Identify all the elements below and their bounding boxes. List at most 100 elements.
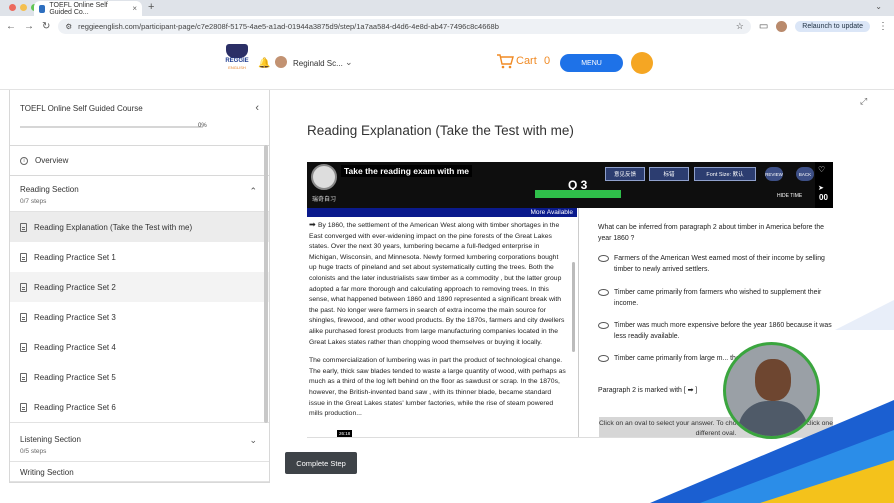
cart-icon[interactable] bbox=[496, 53, 514, 69]
video-timestamp: 26:18 bbox=[337, 430, 353, 437]
test-toolbar: 瑞奇自习 Take the reading exam with me Q 3 意… bbox=[307, 162, 833, 208]
user-menu-chevron-icon[interactable]: ⌄ bbox=[345, 57, 353, 68]
passage-paragraph-1: By 1860, the settlement of the American … bbox=[309, 222, 565, 346]
favicon-icon bbox=[39, 4, 46, 13]
user-name[interactable]: Reginald Sc... bbox=[293, 59, 343, 68]
close-tab-icon[interactable]: × bbox=[132, 4, 137, 13]
sidebar-item-label: Reading Explanation (Take the Test with … bbox=[34, 222, 193, 232]
passage-scrollbar[interactable] bbox=[572, 262, 575, 352]
document-icon bbox=[20, 312, 27, 322]
browser-toolbar: ← → ↻ ⚙ reggieenglish.com/participant-pa… bbox=[0, 16, 894, 36]
forward-icon[interactable]: → bbox=[24, 21, 34, 32]
menu-button[interactable]: MENU bbox=[560, 54, 623, 72]
answer-option[interactable]: Timber was much more expensive before th… bbox=[598, 321, 832, 342]
video-logo-subtext: 瑞奇自习 bbox=[312, 197, 337, 203]
heart-icon[interactable]: ♡ bbox=[818, 165, 825, 174]
timer-digits: 00 bbox=[819, 193, 828, 202]
reload-icon[interactable]: ↻ bbox=[42, 21, 50, 32]
presenter-body bbox=[738, 401, 808, 436]
question-progress-bar bbox=[535, 190, 621, 198]
sidebar-item-practice-set-2[interactable]: Reading Practice Set 2 bbox=[10, 272, 269, 302]
question-text: What can be inferred from paragraph 2 ab… bbox=[598, 224, 824, 242]
presenter-webcam bbox=[723, 342, 820, 439]
profile-avatar[interactable] bbox=[776, 20, 788, 32]
reggie-english-logo[interactable]: REGGIE ENGLISH bbox=[224, 44, 250, 80]
font-size-button[interactable]: Font Size: 默认 bbox=[694, 167, 756, 181]
document-icon bbox=[20, 342, 27, 352]
info-icon: i bbox=[20, 156, 28, 165]
writing-section-header[interactable]: Writing Section bbox=[10, 462, 269, 482]
chevron-up-icon[interactable]: ⌃ bbox=[249, 186, 257, 197]
new-tab-icon[interactable]: + bbox=[148, 1, 154, 13]
listening-section-steps: 0/5 steps bbox=[20, 448, 47, 455]
answer-option[interactable]: Timber came primarily from farmers who w… bbox=[598, 288, 832, 309]
video-caption: Take the reading exam with me bbox=[341, 165, 473, 177]
sidebar-item-practice-set-6[interactable]: Reading Practice Set 6 bbox=[10, 392, 269, 422]
reading-section-header[interactable]: Reading Section 0/7 steps ⌃ bbox=[10, 176, 269, 212]
cart-label[interactable]: Cart bbox=[516, 55, 537, 67]
smiley-logo-icon bbox=[311, 164, 337, 190]
more-menu-icon[interactable]: ⋮ bbox=[878, 21, 888, 32]
cart-count: 0 bbox=[544, 55, 551, 67]
sidebar-item-practice-set-3[interactable]: Reading Practice Set 3 bbox=[10, 302, 269, 332]
overview-item[interactable]: i Overview bbox=[10, 146, 269, 176]
close-window-icon[interactable] bbox=[9, 4, 16, 11]
share-icon[interactable]: ➤ bbox=[818, 184, 824, 192]
sidebar-toggle-icon[interactable]: ▭ bbox=[759, 21, 768, 32]
address-bar[interactable]: ⚙ reggieenglish.com/participant-page/c7e… bbox=[58, 18, 751, 34]
sidebar-item-reading-explanation[interactable]: Reading Explanation (Take the Test with … bbox=[10, 212, 269, 242]
tab-search-icon[interactable]: ⌄ bbox=[875, 2, 882, 11]
option-label: Farmers of the American West earned most… bbox=[614, 255, 825, 273]
sidebar-item-practice-set-4[interactable]: Reading Practice Set 4 bbox=[10, 332, 269, 362]
listening-section-title: Listening Section bbox=[20, 435, 81, 444]
listening-section-header[interactable]: Listening Section 0/5 steps ⌄ bbox=[10, 422, 269, 462]
sidebar-item-label: Reading Practice Set 6 bbox=[34, 402, 116, 412]
complete-step-button[interactable]: Complete Step bbox=[285, 452, 357, 474]
document-icon bbox=[20, 222, 27, 232]
feedback-button[interactable]: 意见反馈 bbox=[605, 167, 645, 181]
more-available-bar: More Available bbox=[307, 208, 577, 217]
expand-icon[interactable]: ⤢ bbox=[860, 96, 867, 107]
reading-section-title: Reading Section bbox=[20, 185, 79, 194]
radio-oval[interactable] bbox=[598, 322, 609, 329]
course-progress-bar bbox=[20, 126, 203, 128]
bell-icon[interactable]: 🔔 bbox=[258, 58, 270, 69]
document-icon bbox=[20, 252, 27, 262]
sidebar-item-practice-set-5[interactable]: Reading Practice Set 5 bbox=[10, 362, 269, 392]
profile-circle-button[interactable] bbox=[631, 52, 653, 74]
back-button[interactable]: BACK bbox=[796, 167, 814, 181]
back-icon[interactable]: ← bbox=[6, 21, 16, 32]
review-button[interactable]: REVIEW bbox=[765, 167, 783, 181]
radio-oval[interactable] bbox=[598, 255, 609, 262]
logo-subtext: ENGLISH bbox=[228, 65, 246, 70]
minimize-window-icon[interactable] bbox=[20, 4, 27, 11]
radio-oval[interactable] bbox=[598, 355, 609, 362]
passage-paragraph-2: The commercialization of lumbering was i… bbox=[309, 357, 566, 418]
collapse-sidebar-icon[interactable]: ‹ bbox=[255, 102, 259, 114]
course-progress-text: 0% bbox=[198, 123, 207, 129]
course-sidebar: TOEFL Online Self Guided Course ‹ 0% i O… bbox=[9, 90, 270, 483]
graduation-cap-icon bbox=[226, 44, 248, 58]
chevron-down-icon[interactable]: ⌄ bbox=[249, 435, 257, 446]
reading-section-steps: 0/7 steps bbox=[20, 198, 47, 205]
browser-tab-strip: TOEFL Online Self Guided Co... × + ⌄ bbox=[0, 0, 894, 16]
relaunch-button[interactable]: Relaunch to update bbox=[795, 20, 870, 32]
browser-tab[interactable]: TOEFL Online Self Guided Co... × bbox=[34, 1, 142, 16]
sidebar-item-practice-set-1[interactable]: Reading Practice Set 1 bbox=[10, 242, 269, 272]
document-icon bbox=[20, 372, 27, 382]
site-info-icon[interactable]: ⚙ bbox=[65, 22, 72, 31]
hide-time-button[interactable]: HIDE TIME bbox=[777, 193, 802, 199]
user-avatar[interactable] bbox=[275, 56, 287, 68]
bookmark-star-icon[interactable]: ☆ bbox=[736, 21, 744, 32]
radio-oval[interactable] bbox=[598, 289, 609, 296]
reading-passage: ➡ By 1860, the settlement of the America… bbox=[309, 220, 567, 428]
answer-option[interactable]: Farmers of the American West earned most… bbox=[598, 254, 832, 275]
sidebar-item-label: Reading Practice Set 4 bbox=[34, 342, 116, 352]
paragraph-arrow-icon: ➡ bbox=[309, 220, 318, 229]
sidebar-scrollbar[interactable] bbox=[264, 145, 268, 423]
report-error-button[interactable]: 标错 bbox=[649, 167, 689, 181]
document-icon bbox=[20, 402, 27, 412]
passage-divider bbox=[578, 208, 579, 437]
paragraph-note: Paragraph 2 is marked with [ ➡ ] bbox=[598, 387, 698, 394]
sidebar-item-label: Reading Practice Set 1 bbox=[34, 252, 116, 262]
